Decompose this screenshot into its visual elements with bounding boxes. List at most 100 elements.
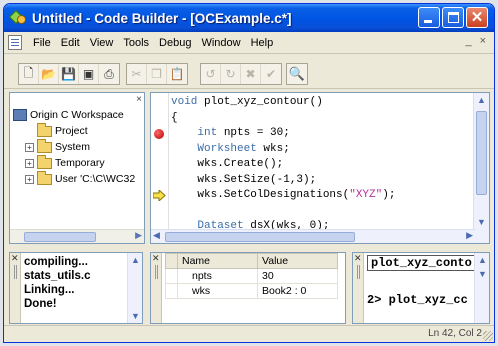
output-text: compiling... stats_utils.c Linking... Do…	[24, 255, 90, 311]
workspace-icon	[13, 109, 27, 121]
table-row[interactable]: npts 30	[165, 268, 338, 284]
scroll-right-icon[interactable]: ▶	[466, 230, 473, 241]
title-bar[interactable]: Untitled - Code Builder - [OCExample.c*]…	[4, 4, 494, 32]
cut-icon[interactable]: ✂	[127, 64, 147, 84]
close-button[interactable]: ✕	[466, 7, 488, 28]
redo-icon[interactable]: ↻	[221, 64, 241, 84]
tree-item-system[interactable]: + System	[13, 138, 143, 155]
workspace-tree: Origin C Workspace Project + System + Te…	[13, 107, 143, 187]
minimize-icon	[424, 20, 432, 23]
code-editor[interactable]: void plot_xyz_contour(){ int npts = 30; …	[150, 92, 490, 244]
close-icon[interactable]: ✕	[152, 253, 160, 264]
folder-icon	[37, 154, 52, 169]
maximize-button[interactable]	[442, 7, 464, 28]
breakpoint-icon[interactable]	[154, 129, 164, 139]
menu-window[interactable]: Window	[196, 37, 245, 49]
menu-bar: File Edit View Tools Debug Window Help _…	[4, 32, 494, 54]
variables-table: Name Value npts 30 wks Book2 : 0	[165, 253, 338, 299]
delete-icon[interactable]: ✖	[241, 64, 261, 84]
editor-gutter[interactable]	[151, 93, 169, 243]
scroll-down-icon[interactable]: ▼	[131, 311, 140, 321]
menu-file[interactable]: File	[28, 37, 56, 49]
clipboard-toolbar-group: ✂ ❐ 📋	[126, 63, 188, 85]
save-icon[interactable]: 💾	[59, 64, 79, 84]
table-row[interactable]: wks Book2 : 0	[165, 283, 338, 299]
column-header-value[interactable]: Value	[257, 253, 338, 269]
close-icon: ✕	[470, 9, 484, 26]
close-icon[interactable]: ✕	[11, 253, 19, 264]
output-vertical-scrollbar[interactable]: ▲ ▼	[127, 253, 142, 323]
scroll-down-icon[interactable]: ▼	[478, 269, 487, 279]
menu-help[interactable]: Help	[246, 37, 279, 49]
tree-item-label: User 'C:\C\WC32	[55, 173, 136, 185]
scroll-right-icon[interactable]: ▶	[135, 230, 142, 241]
copy-icon[interactable]: ❐	[147, 64, 167, 84]
undo-icon[interactable]: ↺	[201, 64, 221, 84]
expand-icon[interactable]: +	[25, 142, 34, 152]
scroll-up-icon[interactable]: ▲	[477, 95, 486, 105]
call-stack-entry[interactable]: 2> plot_xyz_cc	[367, 293, 468, 307]
mdi-close-button[interactable]: ×	[480, 35, 486, 47]
code-line: void plot_xyz_contour()	[171, 96, 323, 108]
maximize-icon	[448, 12, 459, 23]
expand-icon[interactable]: +	[25, 174, 34, 184]
scroll-down-icon[interactable]: ▼	[477, 217, 486, 227]
expand-icon[interactable]: +	[25, 158, 34, 168]
variable-value[interactable]: 30	[257, 268, 338, 284]
row-marker	[165, 283, 178, 299]
variables-pane[interactable]: ✕ Name Value npts 30 wks Book2 : 0	[150, 252, 346, 324]
call-stack-vertical-scrollbar[interactable]: ▲ ▼	[474, 253, 489, 323]
new-icon[interactable]: 🗋	[19, 64, 39, 84]
folder-icon	[37, 122, 52, 137]
document-icon[interactable]	[8, 35, 22, 50]
tree-item-user[interactable]: + User 'C:\C\WC32	[13, 170, 143, 187]
editor-vertical-scrollbar[interactable]: ▲ ▼	[473, 93, 489, 243]
status-bar: Ln 42, Col 2	[4, 325, 494, 342]
find-icon[interactable]: 🔍	[287, 64, 307, 84]
search-toolbar-group: 🔍	[286, 63, 308, 85]
debug-toolbar-group: ↺ ↻ ✖ ✔	[200, 63, 282, 85]
scroll-up-icon[interactable]: ▲	[478, 255, 487, 265]
menu-view[interactable]: View	[85, 37, 119, 49]
code-text[interactable]: void plot_xyz_contour(){ int npts = 30; …	[171, 95, 395, 235]
minimize-button[interactable]	[418, 7, 440, 28]
paste-icon[interactable]: 📋	[167, 64, 187, 84]
tree-root-label: Origin C Workspace	[30, 109, 124, 121]
folder-icon	[37, 138, 52, 153]
code-builder-app-icon	[8, 9, 28, 27]
scroll-thumb[interactable]	[24, 232, 96, 242]
output-line: compiling...	[24, 256, 88, 268]
tree-root[interactable]: Origin C Workspace	[13, 107, 143, 123]
pane-grip[interactable]: ✕	[353, 253, 364, 323]
mdi-minimize-button[interactable]: _	[465, 35, 471, 47]
scroll-thumb[interactable]	[165, 232, 355, 242]
scroll-up-icon[interactable]: ▲	[131, 255, 140, 265]
workspace-horizontal-scrollbar[interactable]: ▶	[10, 229, 144, 243]
workspace-close-button[interactable]: ×	[136, 94, 142, 105]
resize-grip[interactable]	[483, 331, 493, 341]
scroll-left-icon[interactable]: ◀	[153, 230, 160, 241]
call-stack-entry[interactable]: plot_xyz_conto	[367, 255, 476, 271]
call-stack-pane[interactable]: ✕ plot_xyz_conto 2> plot_xyz_cc ▲ ▼	[352, 252, 490, 324]
close-icon[interactable]: ✕	[354, 253, 362, 264]
output-line: Linking...	[24, 284, 75, 296]
menu-debug[interactable]: Debug	[154, 37, 196, 49]
check-icon[interactable]: ✔	[261, 64, 281, 84]
print-icon[interactable]: ⎙	[99, 64, 119, 84]
pane-grip[interactable]: ✕	[10, 253, 21, 323]
column-header-name[interactable]: Name	[177, 253, 258, 269]
output-pane[interactable]: ✕ compiling... stats_utils.c Linking... …	[9, 252, 143, 324]
editor-horizontal-scrollbar[interactable]: ◀ ▶	[151, 229, 475, 243]
tree-item-project[interactable]: Project	[13, 122, 143, 139]
menu-edit[interactable]: Edit	[56, 37, 85, 49]
open-icon[interactable]: 📂	[39, 64, 59, 84]
variable-value[interactable]: Book2 : 0	[257, 283, 338, 299]
cursor-position: Ln 42, Col 2	[428, 328, 482, 339]
save-all-icon[interactable]: ▣	[79, 64, 99, 84]
pane-grip[interactable]: ✕	[151, 253, 162, 323]
scroll-thumb[interactable]	[476, 111, 487, 195]
code-line: wks.Create();	[171, 158, 284, 170]
menu-tools[interactable]: Tools	[118, 37, 154, 49]
tree-item-temporary[interactable]: + Temporary	[13, 154, 143, 171]
